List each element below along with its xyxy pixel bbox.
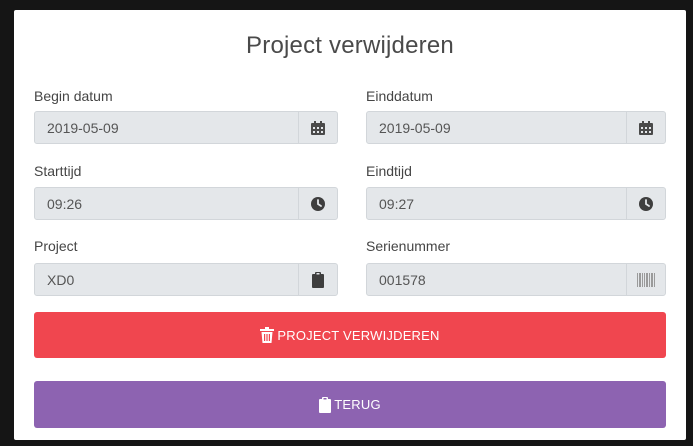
einddatum-label: Einddatum (366, 88, 433, 104)
back-button[interactable]: TERUG (34, 381, 666, 428)
clipboard-icon (298, 264, 337, 295)
delete-project-panel: Project verwijderen Begin datum 2019-05-… (14, 10, 686, 440)
clipboard-icon (319, 396, 332, 413)
calendar-icon[interactable] (626, 112, 665, 143)
starttijd-value: 09:26 (47, 196, 83, 212)
trash-icon (260, 327, 275, 343)
barcode-icon (626, 264, 665, 295)
clock-icon[interactable] (298, 188, 337, 219)
delete-project-label: PROJECT VERWIJDEREN (277, 327, 440, 343)
starttijd-field[interactable]: 09:26 (34, 187, 338, 220)
project-label: Project (34, 238, 78, 254)
page-title: Project verwijderen (246, 32, 454, 59)
delete-project-button[interactable]: PROJECT VERWIJDEREN (34, 312, 666, 358)
back-label: TERUG (334, 397, 381, 412)
begin-datum-label: Begin datum (34, 88, 113, 104)
starttijd-label: Starttijd (34, 163, 82, 179)
project-value: XD0 (47, 272, 75, 288)
clock-icon[interactable] (626, 188, 665, 219)
begin-datum-field[interactable]: 2019-05-09 (34, 111, 338, 144)
begin-datum-value: 2019-05-09 (47, 120, 119, 136)
einddatum-field[interactable]: 2019-05-09 (366, 111, 666, 144)
serienummer-label: Serienummer (366, 238, 451, 254)
eindtijd-value: 09:27 (379, 196, 415, 212)
eindtijd-label: Eindtijd (366, 163, 412, 179)
serienummer-field[interactable]: 001578 (366, 263, 666, 296)
eindtijd-field[interactable]: 09:27 (366, 187, 666, 220)
serienummer-value: 001578 (379, 272, 426, 288)
calendar-icon[interactable] (298, 112, 337, 143)
einddatum-value: 2019-05-09 (379, 120, 451, 136)
project-field[interactable]: XD0 (34, 263, 338, 296)
